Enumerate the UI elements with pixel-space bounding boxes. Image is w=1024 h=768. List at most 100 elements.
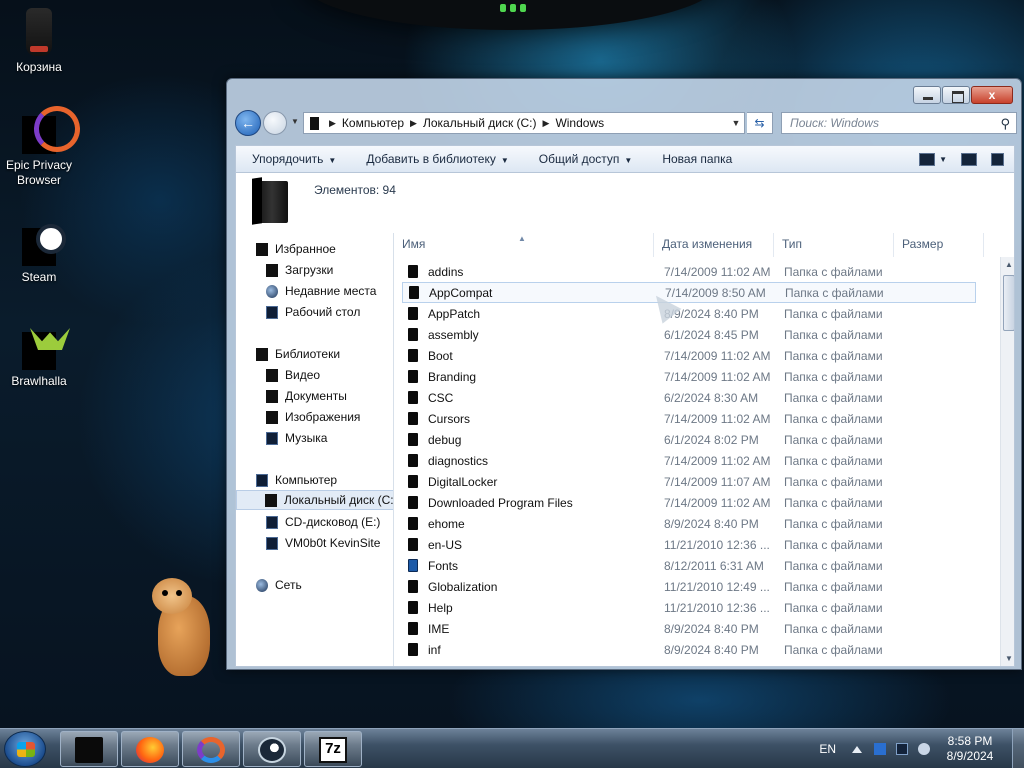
address-bar[interactable]: ▶ Компьютер ▶ Локальный диск (C:) ▶ Wind… xyxy=(303,112,745,134)
show-hidden-icons[interactable] xyxy=(852,745,862,753)
nav-videos[interactable]: Видео xyxy=(266,365,393,385)
bluetooth-icon[interactable] xyxy=(874,743,886,755)
table-row[interactable]: Boot 7/14/2009 11:02 AM Папка с файлами xyxy=(402,345,976,366)
start-button[interactable] xyxy=(4,731,46,767)
minimize-button[interactable] xyxy=(913,86,941,104)
nav-music[interactable]: Музыка xyxy=(266,428,393,448)
preview-pane-icon[interactable] xyxy=(961,152,977,166)
chevron-down-icon[interactable]: ▼ xyxy=(939,155,947,164)
chevron-down-icon[interactable]: ▼ xyxy=(728,118,744,128)
recent-pages-dropdown[interactable]: ▼ xyxy=(291,117,301,127)
table-row[interactable]: CSC 6/2/2024 8:30 AM Папка с файлами xyxy=(402,387,976,408)
scrollbar-thumb[interactable] xyxy=(1003,275,1014,331)
change-view-icon[interactable] xyxy=(919,152,936,166)
column-header-type[interactable]: Тип xyxy=(774,233,894,257)
nav-label: VM0b0t KevinSite xyxy=(285,536,381,550)
desktop-icon-brawlhalla[interactable]: Brawlhalla xyxy=(0,332,78,389)
file-list-pane[interactable]: ▲ Имя Дата изменения Тип Размер addins 7/1… xyxy=(394,233,1014,666)
file-type: Папка с файлами xyxy=(784,537,883,552)
taskbar-epic-browser[interactable] xyxy=(182,731,240,767)
network-icon[interactable] xyxy=(896,743,908,755)
column-header-name[interactable]: ▲ Имя xyxy=(394,233,654,257)
table-row[interactable]: ehome 8/9/2024 8:40 PM Папка с файлами xyxy=(402,513,976,534)
nav-local-disk-c[interactable]: Локальный диск (C:) xyxy=(236,490,393,510)
folder-icon xyxy=(408,580,418,593)
breadcrumb-computer[interactable]: Компьютер xyxy=(342,116,404,130)
cd-drive-icon xyxy=(266,515,278,529)
table-row[interactable]: AppPatch 8/9/2024 8:40 PM Папка с файлами xyxy=(402,303,976,324)
table-row[interactable]: Branding 7/14/2009 11:02 AM Папка с файлам… xyxy=(402,366,976,387)
table-row[interactable]: IME 8/9/2024 8:40 PM Папка с файлами xyxy=(402,618,976,639)
breadcrumb-windows[interactable]: Windows xyxy=(555,116,604,130)
desktop-icon-epic-browser[interactable]: Epic Privacy Browser xyxy=(0,106,80,188)
file-date: 7/14/2009 11:02 AM xyxy=(664,348,771,363)
maximize-button[interactable] xyxy=(942,86,970,104)
folder-icon xyxy=(408,559,418,572)
table-row[interactable]: Fonts 8/12/2011 6:31 AM Папка с файлами xyxy=(402,555,976,576)
table-row[interactable]: Help 11/21/2010 12:36 ... Папка с файлами xyxy=(402,597,976,618)
share-with-button[interactable]: Общий доступ ▼ xyxy=(523,146,647,172)
search-input[interactable]: Поиск: Windows ⚲ xyxy=(781,112,1017,134)
desktop-icon-steam[interactable]: Steam xyxy=(0,224,78,285)
taskbar-firefox[interactable] xyxy=(121,731,179,767)
taskbar-explorer[interactable] xyxy=(60,731,118,767)
table-row[interactable]: addins 7/14/2009 11:02 AM Папка с файлами xyxy=(402,261,976,282)
scroll-down-icon[interactable]: ▼ xyxy=(1001,651,1014,666)
nav-cd-drive-e[interactable]: CD-дисковод (E:) xyxy=(266,512,393,532)
file-date: 8/9/2024 8:40 PM xyxy=(664,621,759,636)
file-date: 8/9/2024 8:40 PM xyxy=(664,306,759,321)
table-row[interactable]: Globalization 11/21/2010 12:49 ... Папка с… xyxy=(402,576,976,597)
explorer-window[interactable]: x ← ▼ ▶ Компьютер ▶ Локальный диск (C:) … xyxy=(226,78,1022,670)
nav-downloads[interactable]: Загрузки xyxy=(266,260,393,280)
chevron-right-icon[interactable]: ▶ xyxy=(410,118,417,129)
table-row[interactable]: Downloaded Program Files 7/14/2009 11:02 … xyxy=(402,492,976,513)
back-button[interactable]: ← xyxy=(235,110,261,136)
table-row[interactable]: DigitalLocker 7/14/2009 11:07 AM Папка с ф… xyxy=(402,471,976,492)
nav-documents[interactable]: Документы xyxy=(266,386,393,406)
add-to-library-button[interactable]: Добавить в библиотеку ▼ xyxy=(350,146,522,172)
desktop-icon-recycle-bin[interactable]: Корзина xyxy=(0,8,78,75)
table-row[interactable]: Cursors 7/14/2009 11:02 AM Папка с файлами xyxy=(402,408,976,429)
table-row[interactable]: inf 8/9/2024 8:40 PM Папка с файлами xyxy=(402,639,976,660)
organize-button[interactable]: Упорядочить ▼ xyxy=(236,146,350,172)
file-date: 7/14/2009 11:07 AM xyxy=(664,474,771,489)
nav-pictures[interactable]: Изображения xyxy=(266,407,393,427)
nav-desktop[interactable]: Рабочий стол xyxy=(266,302,393,322)
scroll-up-icon[interactable]: ▲ xyxy=(1001,257,1014,273)
table-row[interactable]: assembly 6/1/2024 8:45 PM Папка с файлами xyxy=(402,324,976,345)
nav-computer[interactable]: Компьютер xyxy=(256,470,393,490)
table-row[interactable]: diagnostics 7/14/2009 11:02 AM Папка с фай… xyxy=(402,450,976,471)
search-icon[interactable]: ⚲ xyxy=(1000,114,1010,134)
column-header-size[interactable]: Размер xyxy=(894,233,984,257)
show-desktop-button[interactable] xyxy=(1012,729,1024,768)
nav-network-drive[interactable]: VM0b0t KevinSite xyxy=(266,533,393,553)
new-folder-button[interactable]: Новая папка xyxy=(646,146,746,172)
table-row[interactable]: AppCompat 7/14/2009 8:50 AM Папка с файлам… xyxy=(402,282,976,303)
chevron-right-icon[interactable]: ▶ xyxy=(543,118,550,129)
file-name: DigitalLocker xyxy=(428,474,498,489)
close-button[interactable]: x xyxy=(971,86,1013,104)
taskbar-steam[interactable] xyxy=(243,731,301,767)
forward-button[interactable] xyxy=(263,111,287,135)
vertical-scrollbar[interactable]: ▲ ▼ xyxy=(1000,257,1014,666)
taskbar-7zip[interactable]: 7z xyxy=(304,731,362,767)
nav-network[interactable]: Сеть xyxy=(256,575,393,595)
table-row[interactable]: debug 6/1/2024 8:02 PM Папка с файлами xyxy=(402,429,976,450)
language-indicator[interactable]: EN xyxy=(819,742,836,756)
refresh-button[interactable]: ⇆ xyxy=(747,112,773,134)
breadcrumb-local-disk[interactable]: Локальный диск (C:) xyxy=(423,116,537,130)
table-row[interactable]: en-US 11/21/2010 12:36 ... Папка с файлами xyxy=(402,534,976,555)
nav-recent-places[interactable]: Недавние места xyxy=(266,281,393,301)
navigation-pane[interactable]: Избранное Загрузки Недавние места Рабочи… xyxy=(236,233,394,666)
nav-libraries[interactable]: Библиотеки xyxy=(256,344,393,364)
folder-icon xyxy=(408,307,418,320)
chevron-right-icon[interactable]: ▶ xyxy=(329,118,336,129)
help-icon[interactable] xyxy=(991,152,1004,166)
column-header-date[interactable]: Дата изменения xyxy=(654,233,774,257)
chevron-down-icon: ▼ xyxy=(328,156,337,165)
nav-favorites[interactable]: Избранное xyxy=(256,239,393,259)
hamster-desktop-pet[interactable] xyxy=(152,578,214,682)
file-type: Папка с файлами xyxy=(784,348,883,363)
clock[interactable]: 8:58 PM 8/9/2024 xyxy=(940,734,1000,764)
volume-icon[interactable] xyxy=(918,743,930,755)
